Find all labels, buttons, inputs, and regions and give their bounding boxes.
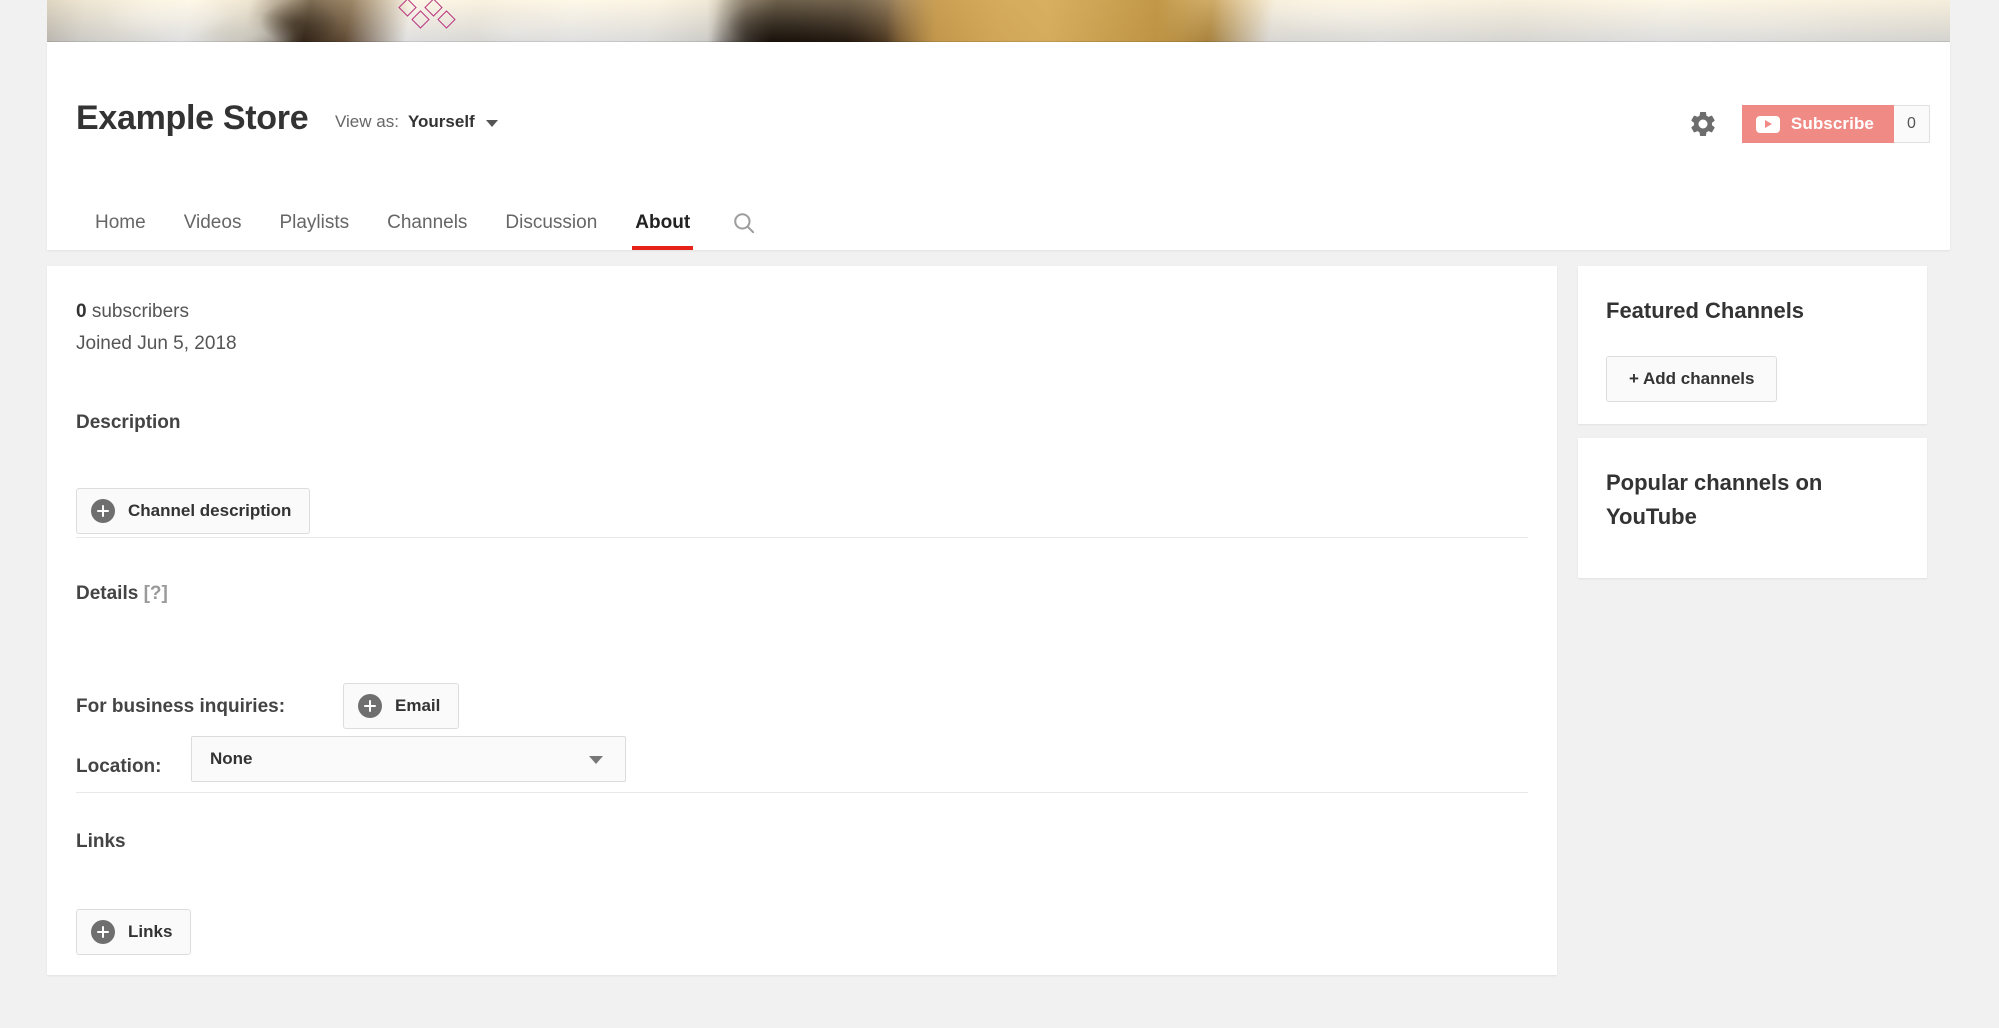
popular-channels-card: Popular channels on YouTube [1578,438,1927,578]
tab-home[interactable]: Home [76,212,165,250]
featured-channels-title: Featured Channels [1606,298,1805,323]
view-as-label: View as: [335,112,399,131]
email-label: Email [395,696,441,715]
banner-gold-object [47,0,1950,42]
view-as-value: Yourself [407,112,475,131]
channel-tab-bar: Home Videos Playlists Channels Discussio… [76,192,775,250]
email-button[interactable]: Email [343,683,460,729]
links-heading: Links [76,831,126,852]
channel-stats: 0 subscribers Joined Jun 5, 2018 [76,296,237,360]
featured-channels-card: Featured Channels + Add channels [1578,266,1927,424]
view-as-control[interactable]: View as: Yourself [335,110,498,134]
tab-channels[interactable]: Channels [368,212,486,250]
tab-playlists[interactable]: Playlists [260,212,368,250]
divider [76,792,1528,793]
details-help-icon[interactable]: [?] [144,583,168,604]
channel-banner [0,0,1999,42]
popular-channels-title: Popular channels on YouTube [1606,470,1823,529]
plus-icon [91,920,115,944]
location-selected-value: None [210,749,253,768]
business-inquiries-label: For business inquiries: [76,696,286,717]
plus-icon [91,499,115,523]
tab-discussion[interactable]: Discussion [486,212,616,250]
chevron-down-icon [485,119,498,127]
details-heading-text: Details [76,583,144,604]
location-label: Location: [76,756,162,777]
channel-header-card: Example Store View as: Yourself Subscrib… [47,42,1950,250]
header-actions: Subscribe 0 [1686,102,1930,146]
details-heading: Details [?] [76,583,168,605]
subscribe-group: Subscribe 0 [1741,105,1930,143]
about-content-card: 0 subscribers Joined Jun 5, 2018 Descrip… [47,266,1557,975]
links-label: Links [128,922,173,941]
gear-icon[interactable] [1686,107,1720,141]
joined-date: Joined Jun 5, 2018 [76,333,237,354]
subscribers-word: subscribers [86,301,189,322]
add-channels-button[interactable]: + Add channels [1606,356,1778,402]
channel-title: Example Store [76,99,309,137]
channel-identity-row: Example Store View as: Yourself Subscrib… [47,42,1950,192]
divider [76,537,1528,538]
location-select[interactable]: None [191,736,626,782]
plus-icon [358,694,382,718]
tab-about[interactable]: About [616,212,709,250]
links-button[interactable]: Links [76,909,192,955]
channel-description-button[interactable]: Channel description [76,488,311,534]
chevron-down-icon [589,756,603,764]
description-heading: Description [76,412,181,433]
subscribers-number: 0 [76,301,87,322]
tab-videos[interactable]: Videos [165,212,261,250]
subscribe-label: Subscribe [1790,114,1874,133]
subscribers-line: 0 subscribers [76,296,237,328]
youtube-channel-about-page: Example Store View as: Yourself Subscrib… [0,0,1999,1028]
search-icon[interactable] [709,210,775,250]
youtube-play-icon [1755,115,1780,133]
subscriber-count-badge[interactable]: 0 [1894,105,1930,143]
subscribe-button[interactable]: Subscribe [1741,105,1894,143]
channel-banner-image [47,0,1950,42]
channel-description-label: Channel description [128,501,292,520]
